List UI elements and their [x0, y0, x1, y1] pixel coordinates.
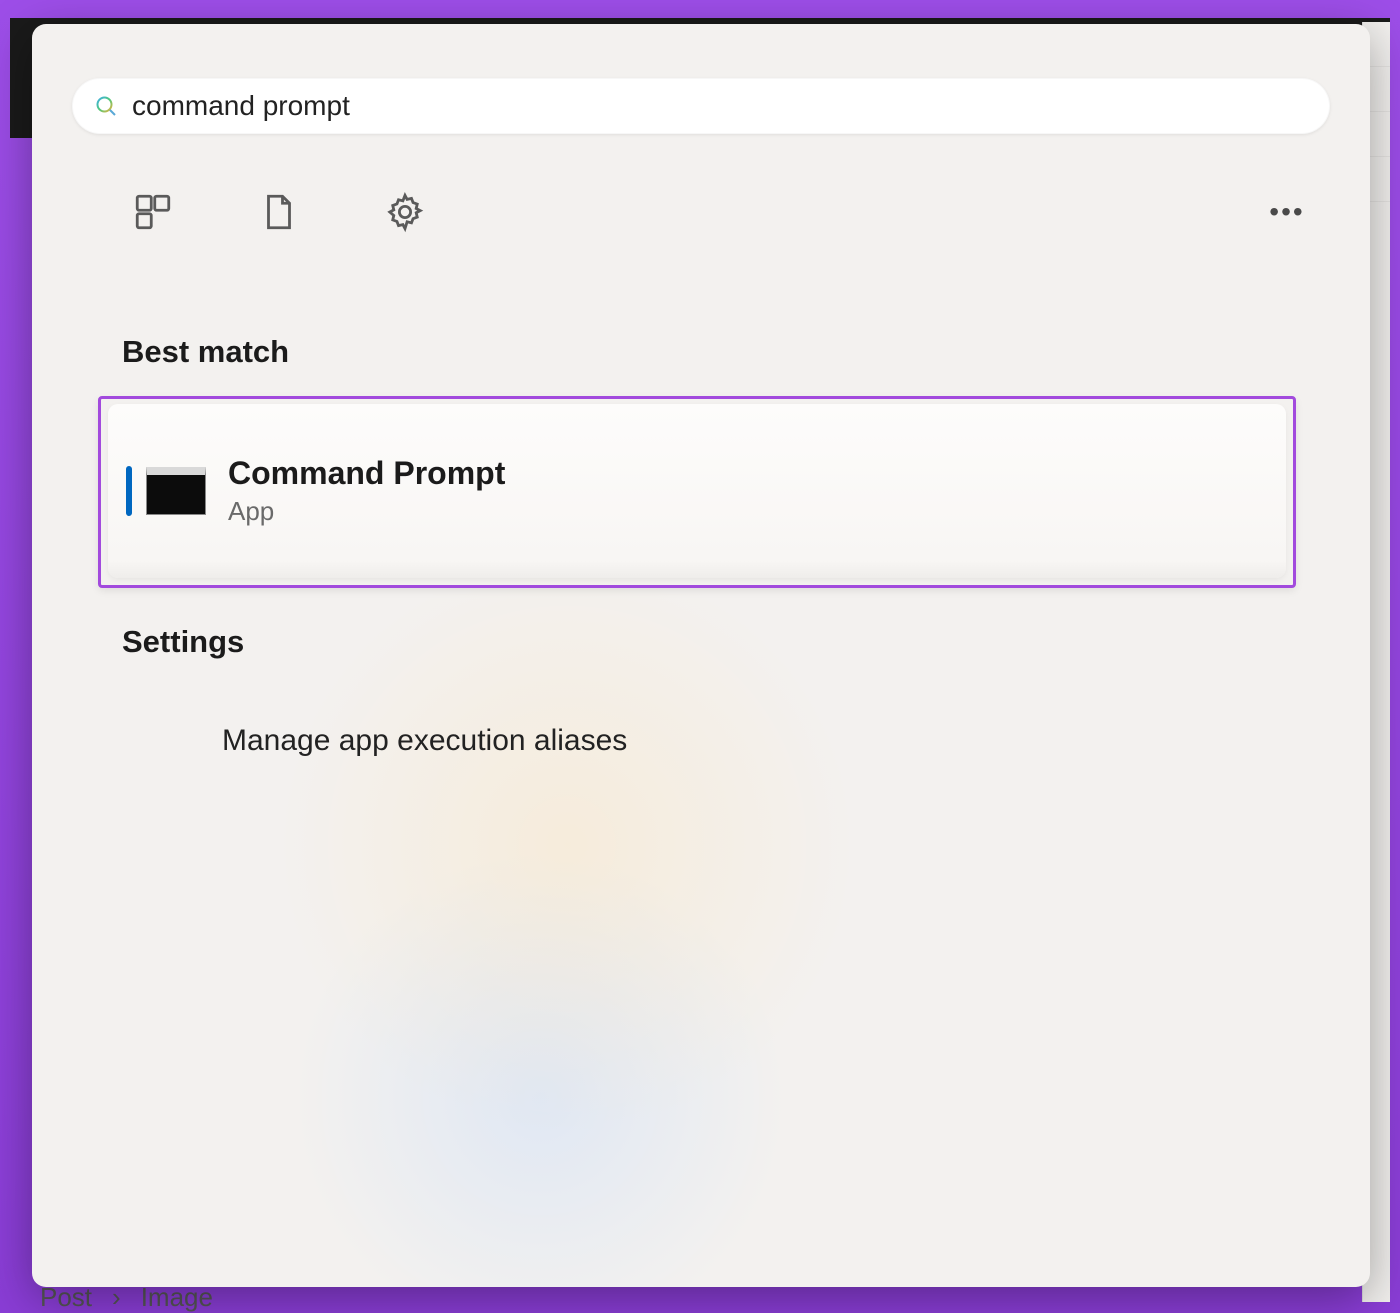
ellipsis-icon: •••: [1269, 196, 1304, 228]
result-text: Command Prompt App: [228, 455, 505, 527]
outer-frame: ••• Best match Command Prompt App Settin…: [0, 0, 1400, 1313]
result-title: Command Prompt: [228, 455, 505, 492]
result-subtitle: App: [228, 496, 505, 527]
search-icon: [94, 94, 118, 118]
settings-heading: Settings: [122, 624, 244, 660]
selection-indicator: [126, 466, 132, 516]
command-prompt-icon: [146, 467, 206, 515]
search-bar[interactable]: [72, 78, 1330, 134]
more-filters-button[interactable]: •••: [1264, 189, 1310, 235]
filter-row: •••: [130, 184, 1310, 240]
apps-filter-button[interactable]: [130, 189, 176, 235]
documents-filter-button[interactable]: [256, 189, 302, 235]
best-match-result[interactable]: Command Prompt App: [108, 404, 1286, 578]
best-match-heading: Best match: [122, 334, 289, 370]
search-input[interactable]: [132, 90, 1308, 122]
settings-result-item[interactable]: Manage app execution aliases: [222, 724, 627, 758]
windows-search-panel: ••• Best match Command Prompt App Settin…: [32, 24, 1370, 1287]
settings-filter-button[interactable]: [382, 189, 428, 235]
